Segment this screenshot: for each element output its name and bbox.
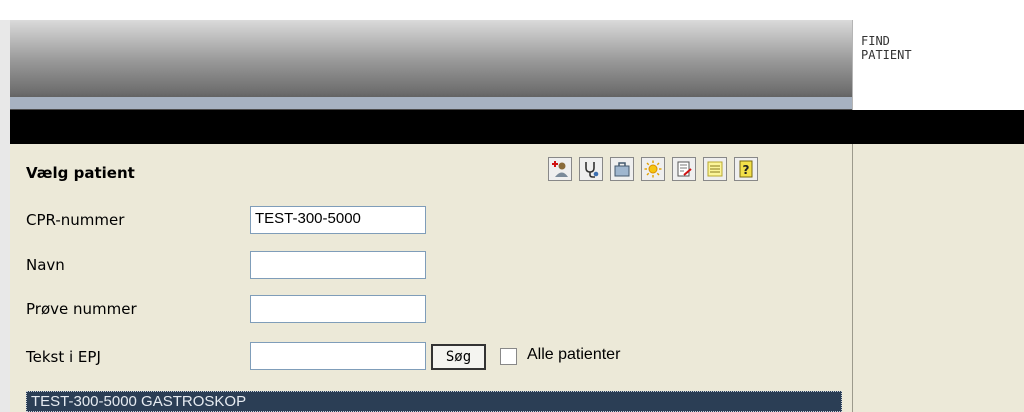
add-patient-icon	[552, 161, 568, 177]
help-icon: ?	[739, 160, 753, 178]
sample-number-input[interactable]	[250, 295, 426, 323]
epj-text-label: Tekst i EPJ	[26, 348, 101, 366]
left-edge	[0, 20, 10, 412]
stethoscope-button[interactable]	[579, 157, 603, 181]
right-panel	[853, 144, 1024, 412]
list-item[interactable]: TEST-300-5000 GASTROSKOP	[26, 391, 842, 412]
cpr-label: CPR-nummer	[26, 211, 125, 229]
stethoscope-icon	[585, 162, 599, 178]
sun-icon	[644, 160, 662, 178]
bag-button[interactable]	[610, 157, 634, 181]
search-button[interactable]: Søg	[431, 344, 486, 370]
cpr-input[interactable]: TEST-300-5000	[250, 206, 426, 234]
tab-find-patient-label: FIND PATIENT	[861, 34, 912, 62]
svg-text:?: ?	[743, 163, 750, 177]
edit-document-icon	[677, 161, 692, 177]
toolbar: ?	[548, 157, 758, 183]
help-button[interactable]: ?	[734, 157, 758, 181]
all-patients-label: Alle patienter	[527, 346, 621, 363]
select-patient-panel: Vælg patient ? CPR-nummer TEST-300-5000 …	[10, 144, 852, 412]
panel-title: Vælg patient	[26, 164, 135, 182]
name-input[interactable]	[250, 251, 426, 279]
sample-number-label: Prøve nummer	[26, 300, 137, 318]
add-patient-button[interactable]	[548, 157, 572, 181]
edit-document-button[interactable]	[672, 157, 696, 181]
tab-find-patient[interactable]: FIND PATIENT	[852, 20, 1024, 110]
list-icon	[707, 161, 723, 177]
name-label: Navn	[26, 256, 65, 274]
epj-text-input[interactable]	[250, 342, 426, 370]
header-strip	[10, 97, 852, 109]
list-button[interactable]	[703, 157, 727, 181]
sun-button[interactable]	[641, 157, 665, 181]
menu-bar	[10, 110, 1024, 144]
all-patients-checkbox[interactable]	[500, 348, 517, 365]
bag-icon	[614, 162, 630, 177]
